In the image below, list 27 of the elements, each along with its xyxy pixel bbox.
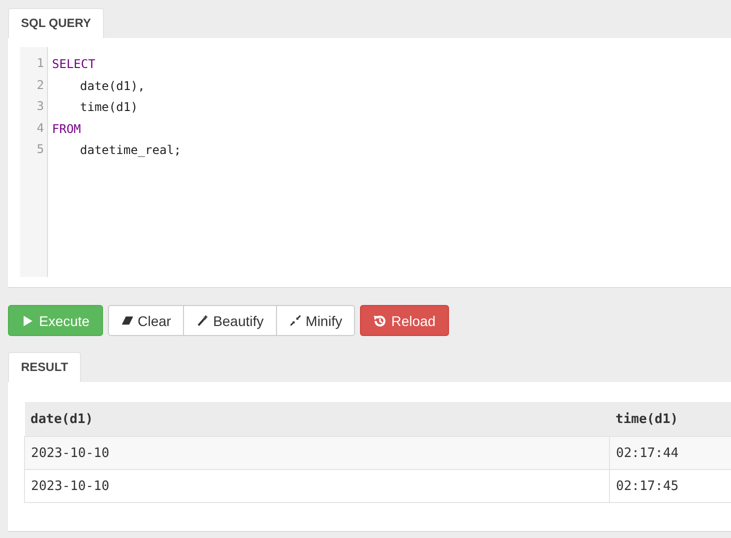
- code-line: date(d1),: [80, 78, 146, 92]
- line-number: 1: [36, 55, 45, 72]
- column-header[interactable]: time(d1): [610, 402, 731, 436]
- column-header[interactable]: date(d1): [24, 402, 610, 436]
- table-cell: 2023-10-10: [24, 436, 610, 470]
- toolbar-button[interactable]: Minify: [276, 305, 356, 336]
- table-cell: 02:17:45: [610, 470, 731, 502]
- toolbar-button[interactable]: Beautify: [183, 305, 277, 336]
- code-line: FROM: [52, 122, 81, 136]
- history-icon: [373, 314, 388, 328]
- eraser-icon: [120, 314, 134, 327]
- code-line: SELECT: [52, 57, 96, 71]
- code-line: time(d1): [80, 100, 138, 114]
- line-number: 4: [36, 120, 45, 136]
- wand-icon: [196, 314, 210, 327]
- toolbar-button[interactable]: Clear: [108, 305, 184, 336]
- play-icon: [21, 314, 35, 328]
- line-number: 2: [36, 76, 45, 94]
- line-number: 5: [36, 141, 45, 158]
- result-tab[interactable]: RESULT: [8, 352, 82, 382]
- toolbar-button[interactable]: Reload: [360, 305, 449, 336]
- table-cell: 02:17:44: [610, 436, 731, 470]
- query-tab[interactable]: SQL QUERY: [8, 8, 104, 38]
- compress-icon: [288, 314, 302, 327]
- code-line: datetime_real;: [80, 143, 182, 157]
- table-cell: 2023-10-10: [24, 470, 610, 502]
- line-number: 3: [36, 98, 45, 115]
